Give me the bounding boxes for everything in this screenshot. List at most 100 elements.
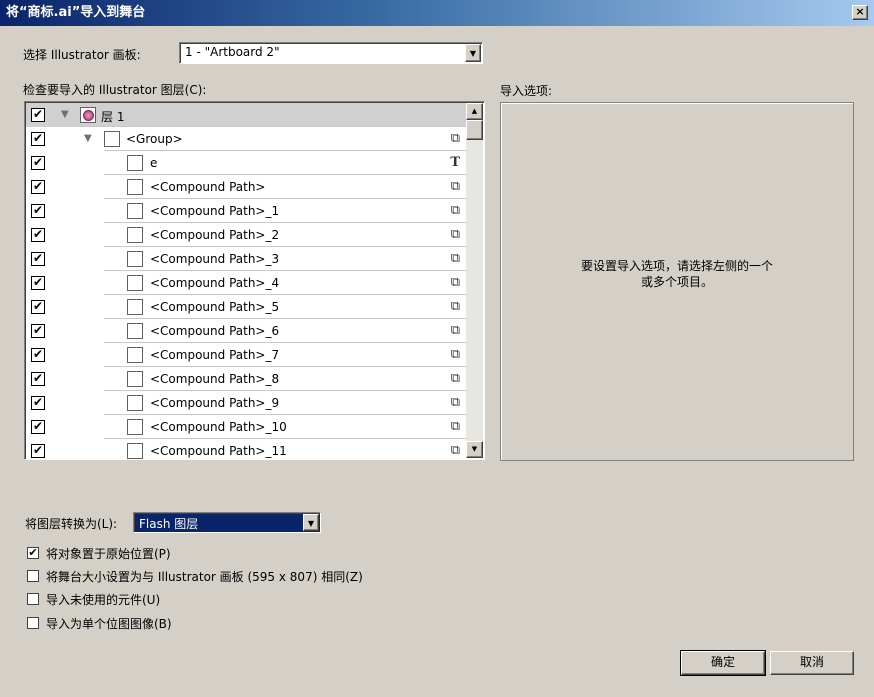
checkbox-box[interactable]: ✔ (27, 547, 39, 559)
compound-path-icon: ⧉ (450, 251, 460, 266)
compound-path-icon: ⧉ (450, 299, 460, 314)
layer-name: <Compound Path>_1 (150, 204, 280, 218)
convert-value: Flash 图层 (139, 517, 199, 531)
item-select-box[interactable] (127, 323, 143, 339)
import-options-panel: 要设置导入选项，请选择左侧的一个或多个项目。 (500, 102, 854, 461)
row-divider (80, 103, 466, 127)
layer-row[interactable]: ✔ <Compound Path>_3 ⧉ (26, 247, 466, 271)
chevron-down-icon[interactable]: ▼ (465, 44, 481, 62)
import-options-label: 导入选项: (500, 84, 553, 98)
layer-checkbox[interactable]: ✔ (31, 348, 45, 362)
layer-checkbox[interactable]: ✔ (31, 444, 45, 458)
item-select-box[interactable] (127, 395, 143, 411)
layer-row[interactable]: ✔ <Compound Path>_6 ⧉ (26, 319, 466, 343)
layer-name: <Compound Path>_7 (150, 348, 280, 362)
layer-checkbox[interactable]: ✔ (31, 228, 45, 242)
row-divider (104, 151, 466, 175)
item-select-box[interactable] (127, 179, 143, 195)
layer-checkbox[interactable]: ✔ (31, 396, 45, 410)
layer-row[interactable]: ✔ <Compound Path>_10 ⧉ (26, 415, 466, 439)
item-select-box[interactable] (127, 203, 143, 219)
expand-triangle-icon[interactable]: ▼ (61, 109, 69, 120)
layer-row[interactable]: ✔ <Compound Path>_9 ⧉ (26, 391, 466, 415)
layer-row[interactable]: ✔ <Compound Path>_4 ⧉ (26, 271, 466, 295)
checkbox-original-position[interactable]: ✔ 将对象置于原始位置(P) (27, 545, 327, 561)
layer-row[interactable]: ✔ <Compound Path>_11 ⧉ (26, 439, 466, 459)
layer-name: <Compound Path>_9 (150, 396, 280, 410)
artboard-value: 1 - "Artboard 2" (185, 45, 280, 59)
layer-name: <Compound Path>_6 (150, 324, 280, 338)
layer-name: 层 1 (101, 110, 125, 124)
checkbox-box[interactable] (27, 617, 39, 629)
checkbox-label: 将对象置于原始位置(P) (46, 547, 171, 561)
layers-label: 检查要导入的 Illustrator 图层(C): (23, 83, 207, 97)
ok-button[interactable]: 确定 (680, 650, 766, 676)
compound-path-icon: ⧉ (450, 395, 460, 410)
convert-select[interactable]: Flash 图层 ▼ (133, 512, 321, 533)
layer-checkbox[interactable]: ✔ (31, 324, 45, 338)
scroll-up-icon[interactable]: ▲ (466, 103, 483, 120)
layer-row[interactable]: ✔ ▼ <Group> ⧉ (26, 127, 466, 151)
item-select-box[interactable] (127, 155, 143, 171)
layer-row[interactable]: ✔ ▼ 层 1 (26, 103, 466, 127)
checkbox-box[interactable] (27, 593, 39, 605)
group-icon: ⧉ (450, 131, 460, 146)
item-select-box[interactable] (80, 107, 96, 123)
item-select-box[interactable] (104, 131, 120, 147)
layer-name: <Compound Path>_2 (150, 228, 280, 242)
layer-checkbox[interactable]: ✔ (31, 300, 45, 314)
layer-row[interactable]: ✔ e T (26, 151, 466, 175)
layer-row[interactable]: ✔ <Compound Path>_8 ⧉ (26, 367, 466, 391)
checkbox-unused-symbols[interactable]: 导入未使用的元件(U) (27, 591, 327, 607)
layer-checkbox[interactable]: ✔ (31, 180, 45, 194)
tree-scrollbar[interactable]: ▲ ▼ (466, 103, 483, 458)
artboard-select[interactable]: 1 - "Artboard 2" ▼ (179, 42, 483, 64)
layer-name: <Compound Path>_3 (150, 252, 280, 266)
text-icon: T (450, 155, 460, 170)
layer-checkbox[interactable]: ✔ (31, 108, 45, 122)
layer-row[interactable]: ✔ <Compound Path> ⧉ (26, 175, 466, 199)
item-select-box[interactable] (127, 443, 143, 459)
layer-checkbox[interactable]: ✔ (31, 204, 45, 218)
layer-row[interactable]: ✔ <Compound Path>_7 ⧉ (26, 343, 466, 367)
item-select-box[interactable] (127, 299, 143, 315)
layer-checkbox[interactable]: ✔ (31, 252, 45, 266)
options-message: 要设置导入选项，请选择左侧的一个或多个项目。 (581, 259, 774, 289)
checkbox-stage-size[interactable]: 将舞台大小设置为与 Illustrator 画板 (595 x 807) 相同(… (27, 568, 427, 584)
checkbox-single-bitmap[interactable]: 导入为单个位图图像(B) (27, 615, 327, 631)
scroll-down-icon[interactable]: ▼ (466, 441, 483, 458)
layer-checkbox[interactable]: ✔ (31, 372, 45, 386)
layer-name: e (150, 156, 158, 170)
item-select-box[interactable] (127, 347, 143, 363)
layer-row[interactable]: ✔ <Compound Path>_1 ⧉ (26, 199, 466, 223)
layer-name: <Compound Path>_5 (150, 300, 280, 314)
compound-path-icon: ⧉ (450, 347, 460, 362)
layer-name: <Compound Path>_4 (150, 276, 280, 290)
layer-name: <Compound Path> (150, 180, 266, 194)
cancel-button[interactable]: 取消 (770, 651, 854, 675)
layer-tree[interactable]: ✔ ▼ 层 1 ✔ ▼ <Group> ⧉ ✔ e T ✔ <Compound Path> ⧉ ✔ <Com… (24, 101, 485, 460)
compound-path-icon: ⧉ (450, 275, 460, 290)
expand-triangle-icon[interactable]: ▼ (84, 133, 92, 144)
item-select-box[interactable] (127, 419, 143, 435)
title-bar: 将“商标.ai”导入到舞台 × (0, 0, 874, 26)
scroll-thumb[interactable] (466, 120, 483, 140)
layer-checkbox[interactable]: ✔ (31, 276, 45, 290)
layer-row[interactable]: ✔ <Compound Path>_2 ⧉ (26, 223, 466, 247)
layer-checkbox[interactable]: ✔ (31, 132, 45, 146)
layer-checkbox[interactable]: ✔ (31, 156, 45, 170)
checkbox-label: 将舞台大小设置为与 Illustrator 画板 (595 x 807) 相同(… (46, 570, 363, 584)
layer-row[interactable]: ✔ <Compound Path>_5 ⧉ (26, 295, 466, 319)
chevron-down-icon[interactable]: ▼ (303, 514, 319, 531)
checkbox-box[interactable] (27, 570, 39, 582)
compound-path-icon: ⧉ (450, 443, 460, 458)
close-button[interactable]: × (852, 5, 868, 20)
item-select-box[interactable] (127, 275, 143, 291)
item-select-box[interactable] (127, 227, 143, 243)
item-select-box[interactable] (127, 371, 143, 387)
layer-checkbox[interactable]: ✔ (31, 420, 45, 434)
item-select-box[interactable] (127, 251, 143, 267)
window-title: 将“商标.ai”导入到舞台 (6, 5, 146, 20)
layer-name: <Compound Path>_11 (150, 444, 287, 458)
compound-path-icon: ⧉ (450, 227, 460, 242)
